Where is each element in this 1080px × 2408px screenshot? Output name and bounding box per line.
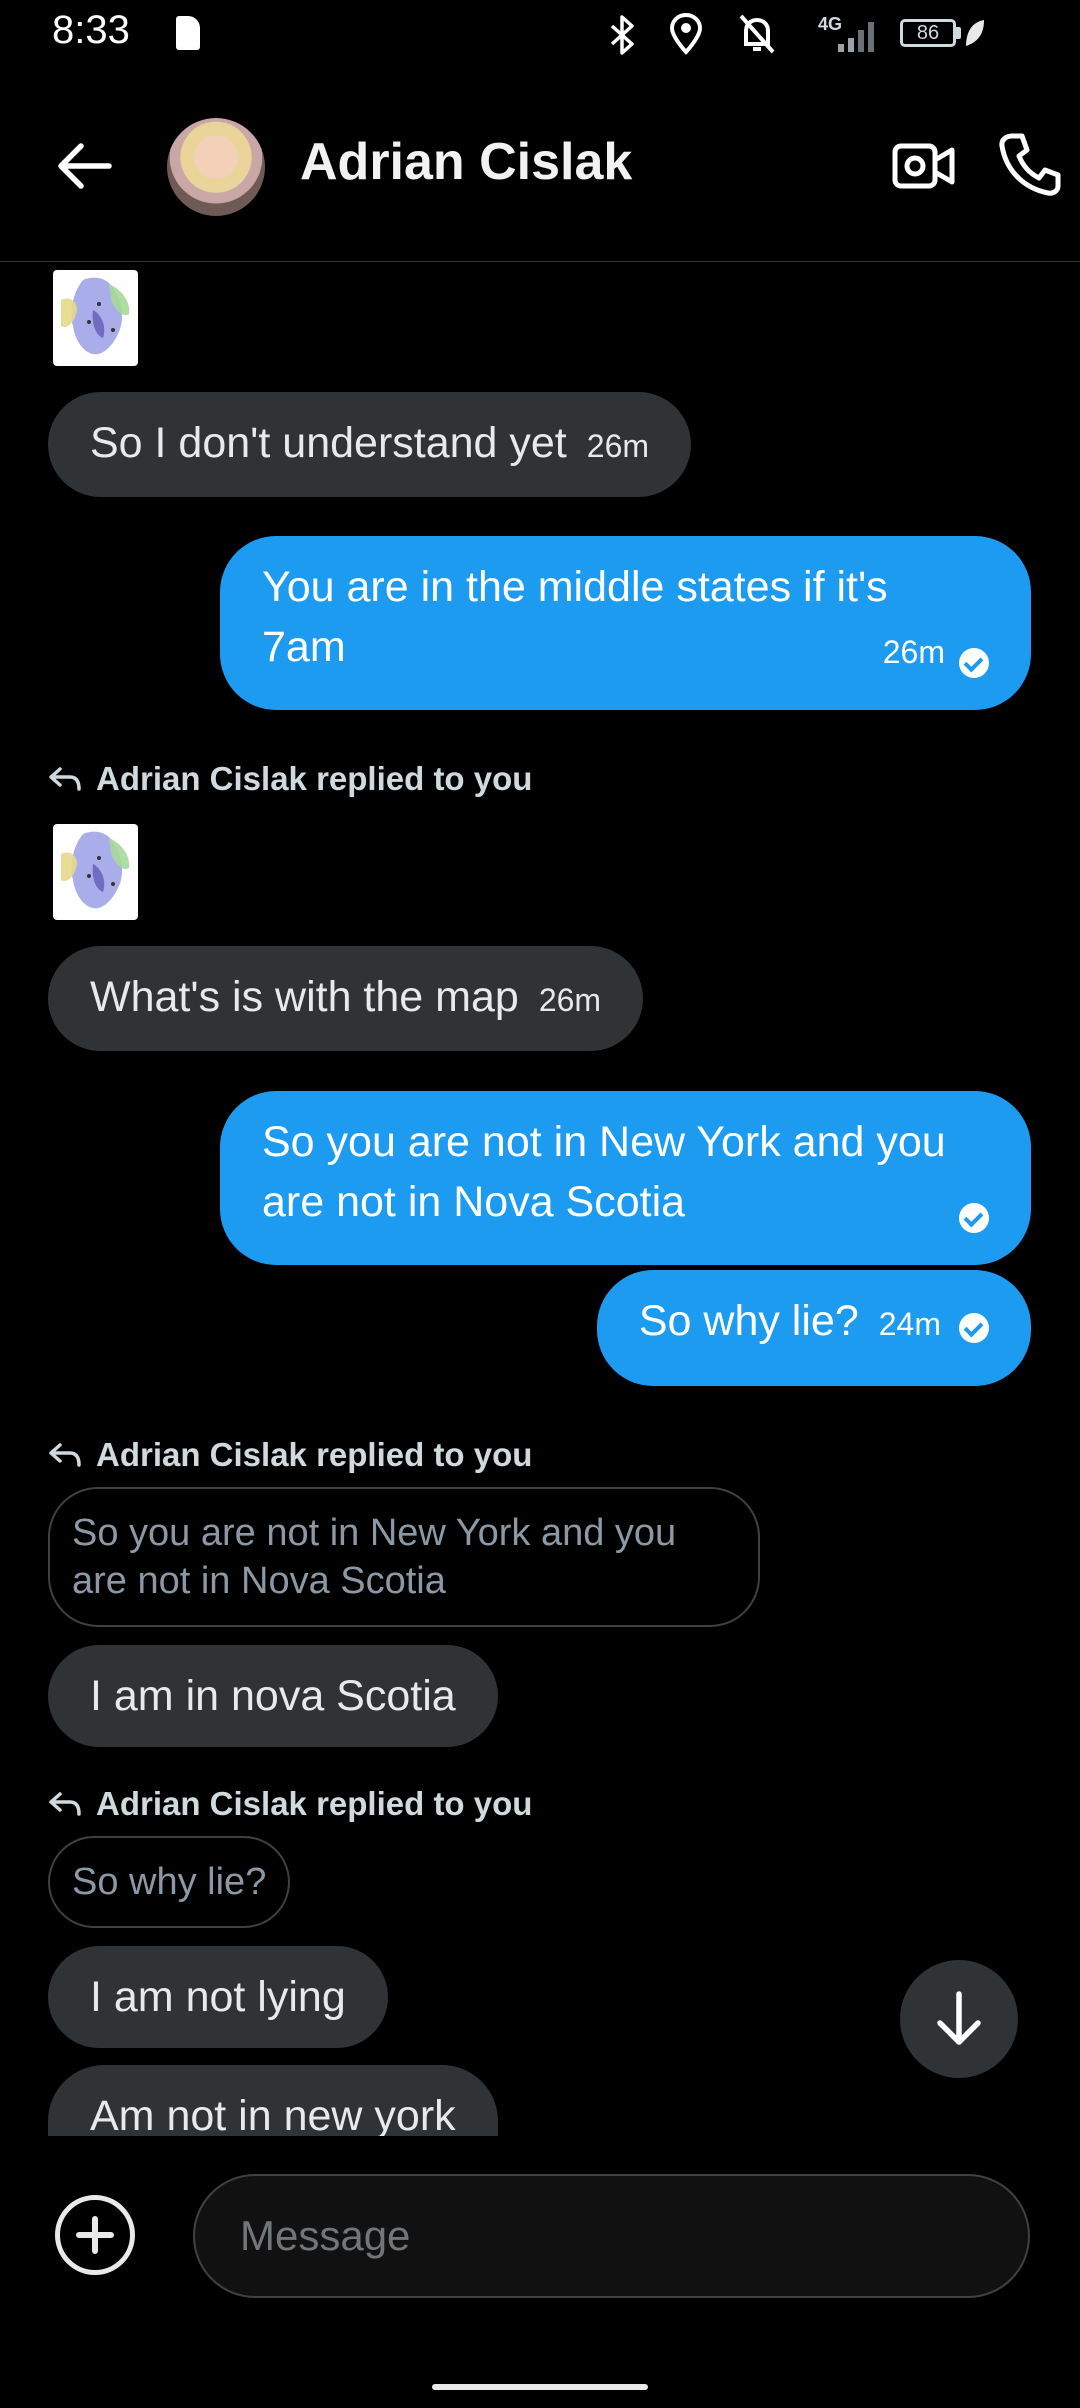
plus-icon xyxy=(76,2216,114,2254)
message-time: 26m xyxy=(586,428,650,464)
back-arrow-icon[interactable] xyxy=(55,140,115,192)
location-icon xyxy=(669,12,703,55)
reply-indicator: Adrian Cislak replied to you xyxy=(48,1436,532,1474)
quoted-text: So why lie? xyxy=(72,1861,267,1903)
scroll-to-bottom-button[interactable] xyxy=(900,1960,1018,2078)
reply-arrow-icon xyxy=(49,1792,81,1816)
reply-indicator-text: Adrian Cislak replied to you xyxy=(96,1785,533,1822)
incoming-message[interactable]: What's is with the map 26m xyxy=(48,946,644,1051)
battery-tip xyxy=(956,27,961,39)
reply-indicator: Adrian Cislak replied to you xyxy=(48,760,532,798)
sent-check-icon xyxy=(959,1203,989,1233)
message-time: 26m xyxy=(882,634,945,670)
message-text-line-2: are not in Nova Scotia xyxy=(262,1178,686,1226)
quoted-message[interactable]: So you are not in New York and you are n… xyxy=(48,1487,760,1627)
quoted-text-line-1: So you are not in New York and you xyxy=(72,1512,677,1554)
incoming-message[interactable]: So I don't understand yet 26m xyxy=(48,392,692,497)
message-text-line-1: So you are not in New York and you xyxy=(262,1118,946,1166)
message-text: What's is with the map xyxy=(90,973,519,1021)
outgoing-message[interactable]: You are in the middle states if it's 7am… xyxy=(220,536,1031,710)
map-image-thumbnail[interactable] xyxy=(53,270,138,366)
message-input[interactable] xyxy=(193,2174,1030,2298)
reply-indicator: Adrian Cislak replied to you xyxy=(48,1785,532,1823)
reply-indicator-text: Adrian Cislak replied to you xyxy=(96,760,533,797)
incoming-message[interactable]: Am not in new york xyxy=(48,2065,498,2136)
sim-card-icon xyxy=(176,16,200,50)
map-image-thumbnail[interactable] xyxy=(53,824,138,920)
sent-check-icon xyxy=(959,1313,989,1343)
video-call-icon[interactable] xyxy=(892,138,956,194)
message-text: Am not in new york xyxy=(90,2092,456,2136)
reply-arrow-icon xyxy=(49,767,81,791)
incoming-message[interactable]: I am in nova Scotia xyxy=(48,1645,498,1747)
message-text: I am in nova Scotia xyxy=(90,1672,456,1720)
bluetooth-icon xyxy=(610,15,634,55)
message-text: I am not lying xyxy=(90,1973,346,2021)
message-time: 26m xyxy=(538,982,602,1018)
notifications-off-icon xyxy=(739,14,775,54)
quoted-message[interactable]: So why lie? xyxy=(48,1836,291,1928)
phone-call-icon[interactable] xyxy=(998,130,1062,198)
header-divider xyxy=(0,261,1080,262)
contact-name[interactable]: Adrian Cislak xyxy=(300,132,632,192)
gesture-home-bar[interactable] xyxy=(432,2384,648,2390)
message-text: So I don't understand yet xyxy=(90,419,567,467)
reply-indicator-text: Adrian Cislak replied to you xyxy=(96,1436,533,1473)
signal-icon xyxy=(838,22,874,52)
battery-indicator: 86 xyxy=(900,19,956,47)
quoted-text-line-2: are not in Nova Scotia xyxy=(72,1560,446,1602)
outgoing-message[interactable]: So why lie? 24m xyxy=(596,1270,1031,1386)
reply-arrow-icon xyxy=(49,1443,81,1467)
contact-avatar[interactable] xyxy=(167,118,265,216)
battery-saver-leaf-icon xyxy=(966,20,984,46)
message-time: 24m xyxy=(878,1306,941,1342)
incoming-message[interactable]: I am not lying xyxy=(48,1946,388,2048)
sent-check-icon xyxy=(959,648,989,678)
message-text-line-2: 7am xyxy=(262,623,346,671)
add-attachment-button[interactable] xyxy=(55,2195,135,2275)
outgoing-message[interactable]: So you are not in New York and you are n… xyxy=(220,1091,1031,1265)
message-text-line-1: You are in the middle states if it's xyxy=(262,563,888,611)
arrow-down-icon xyxy=(937,1991,981,2045)
status-time: 8:33 xyxy=(52,8,130,52)
message-text: So why lie? xyxy=(638,1297,859,1345)
